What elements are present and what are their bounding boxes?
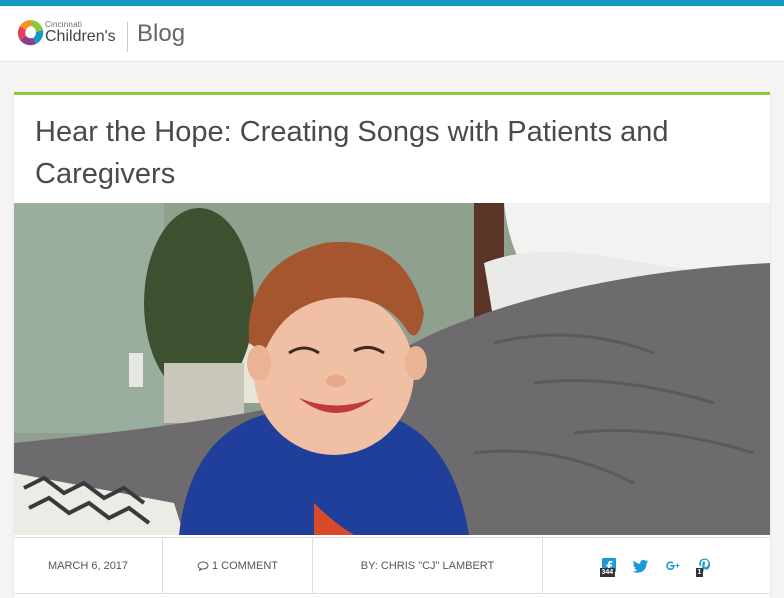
twitter-icon: [632, 559, 648, 573]
comments-count-text: 1 COMMENT: [212, 559, 278, 572]
post-author: BY: CHRIS "CJ" LAMBERT: [313, 538, 543, 593]
post-comments-cell: 1 COMMENT: [163, 538, 313, 593]
facebook-share-button[interactable]: 344: [599, 557, 618, 577]
pinterest-share-count: 1: [695, 567, 704, 577]
google-plus-icon: [665, 560, 679, 570]
post-meta-bar: MARCH 6, 2017 1 COMMENT BY: CHRIS "CJ" L…: [14, 537, 770, 594]
logo-main-text: Children's: [45, 28, 116, 45]
post-title: Hear the Hope: Creating Songs with Patie…: [35, 116, 669, 190]
post-date: MARCH 6, 2017: [14, 538, 163, 593]
comment-bubble-icon: [197, 560, 209, 571]
blog-section-link[interactable]: Blog: [137, 20, 185, 48]
twitter-share-button[interactable]: [632, 557, 650, 575]
post-featured-image: [14, 203, 770, 535]
featured-photo-illustration: [14, 203, 770, 535]
comments-link[interactable]: 1 COMMENT: [197, 560, 278, 572]
header-divider: [127, 22, 128, 52]
social-share-cell: 344 1: [543, 538, 770, 593]
facebook-share-count: 344: [599, 567, 616, 577]
google-plus-share-button[interactable]: [664, 557, 682, 575]
site-header: Cincinnati Children's Blog: [0, 6, 784, 62]
post-card: Hear the Hope: Creating Songs with Patie…: [14, 92, 770, 598]
logo-mark-icon: [17, 19, 44, 46]
pinterest-share-button[interactable]: 1: [695, 557, 714, 577]
social-share-buttons: 344 1: [599, 557, 714, 577]
cincinnati-childrens-logo[interactable]: Cincinnati Children's: [14, 16, 134, 50]
